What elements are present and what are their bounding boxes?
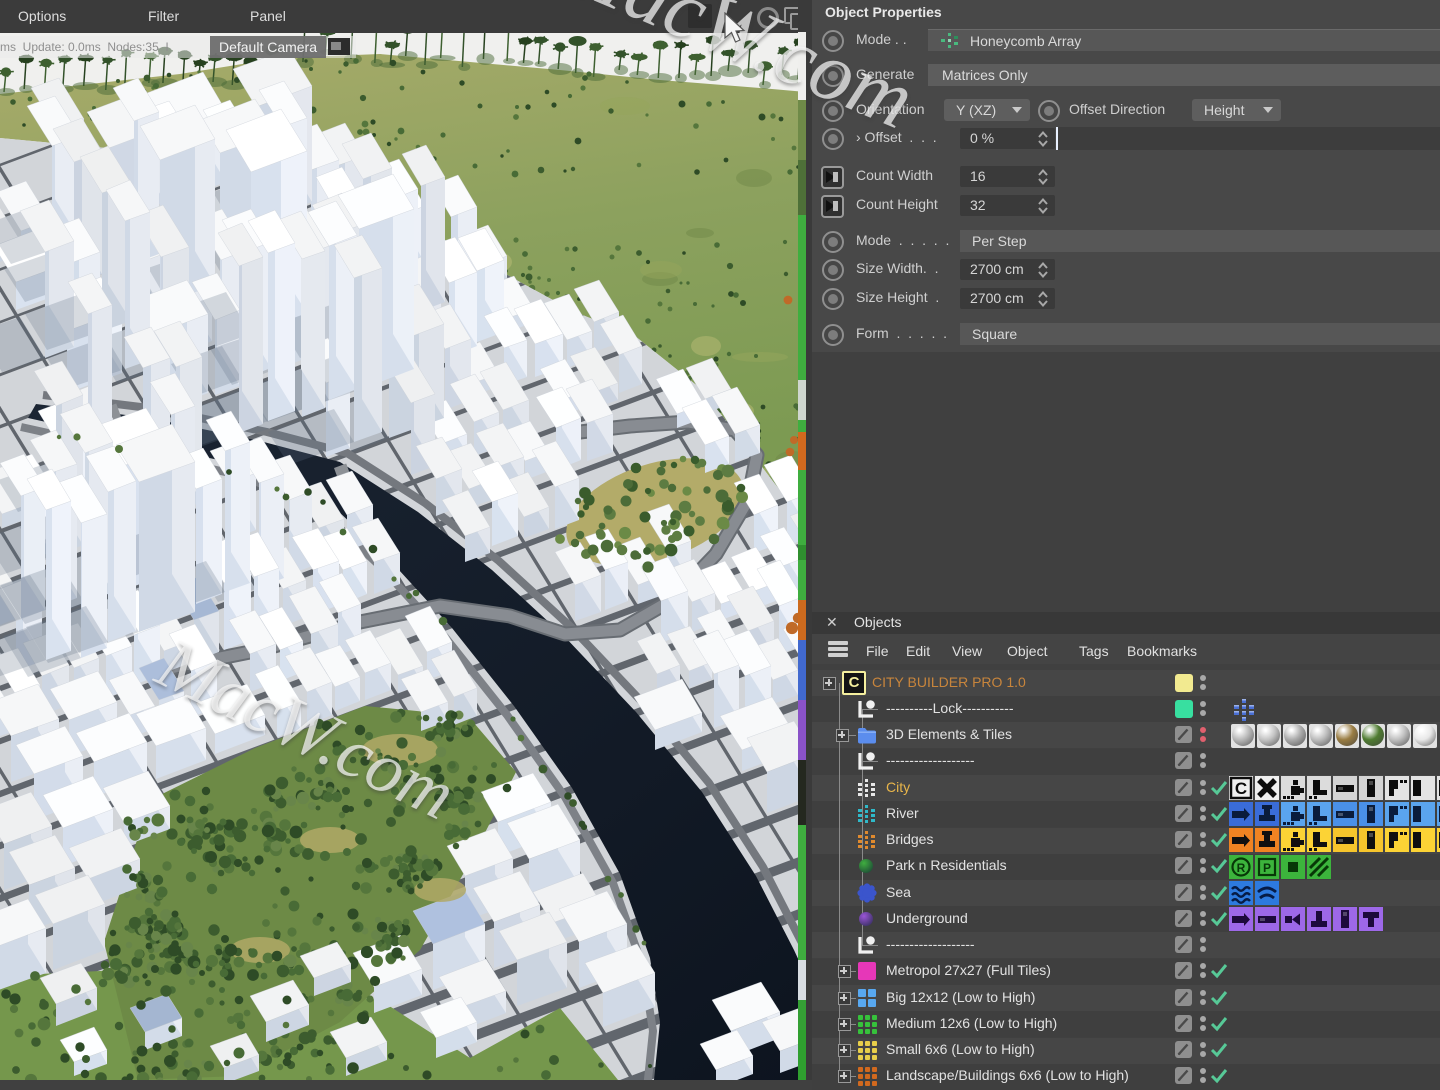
svg-text:P: P: [1263, 861, 1271, 875]
svg-text:R: R: [1237, 861, 1246, 875]
svg-text:C: C: [1235, 779, 1247, 798]
